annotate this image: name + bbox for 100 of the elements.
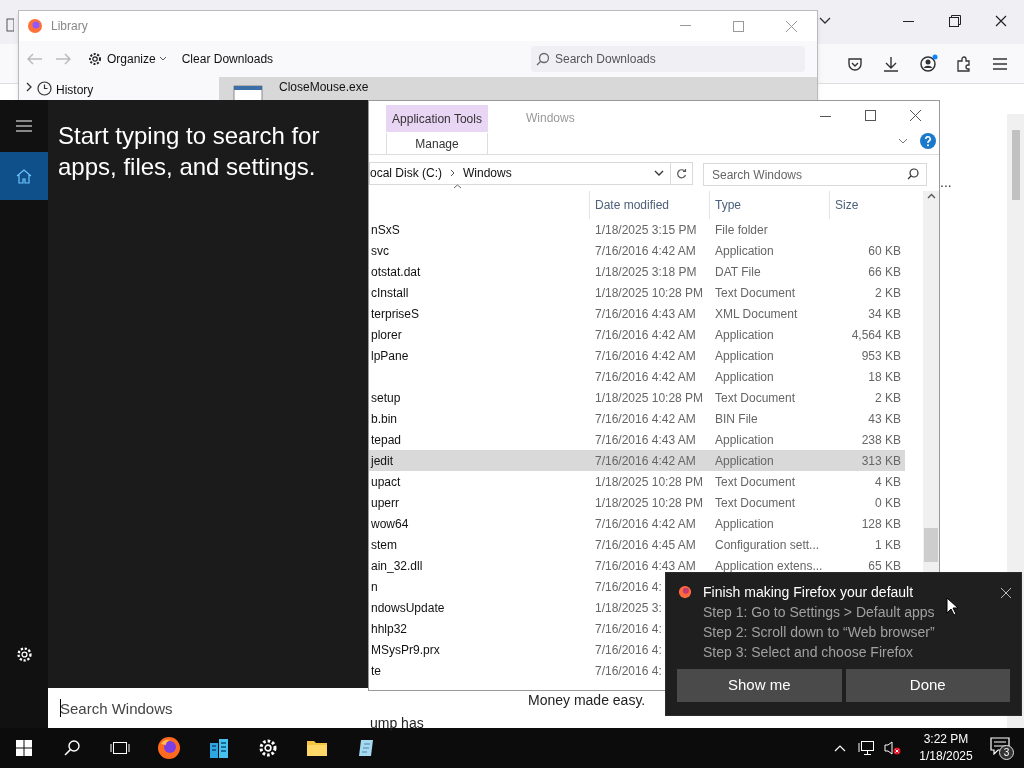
file-name[interactable]: ndowsUpdate [371,600,445,615]
file-row[interactable]: terpriseS 7/16/2016 4:43 AM XML Document 34 KB [369,303,905,324]
help-icon[interactable] [920,133,936,149]
menu-icon[interactable] [993,58,1007,70]
file-name[interactable]: upact [371,474,401,489]
file-name[interactable]: otstat.dat [371,264,421,279]
file-row[interactable]: cInstall 1/18/2025 10:28 PM Text Document 2 KB [369,282,905,303]
tab-icon[interactable] [6,18,14,32]
download-name[interactable]: CloseMouse.exe [279,78,369,96]
home-nav-button[interactable] [0,152,48,200]
file-name[interactable]: cInstall [371,285,409,300]
breadcrumb-item[interactable]: ocal Disk (C:) [370,164,442,182]
folder-icon[interactable] [306,739,328,757]
clock-time[interactable]: 3:22 PM [923,731,969,748]
file-name[interactable]: ain_32.dll [371,558,423,573]
search-field[interactable]: Search Windows [703,163,927,186]
address-bar[interactable]: ocal Disk (C:) Windows [369,161,693,185]
minimize-icon[interactable] [820,116,831,118]
settings-icon[interactable] [15,645,33,663]
search-field[interactable]: Search Downloads [531,46,805,72]
file-row[interactable]: tepad 7/16/2016 4:43 AM Application 238 KB [369,429,905,450]
date-cell: 1/18/2025 10:28 PM [595,495,704,510]
breadcrumb-item[interactable]: Windows [463,164,512,182]
file-row[interactable]: uperr 1/18/2025 10:28 PM Text Document 0 KB [369,492,905,513]
column-header[interactable]: Size [835,196,859,214]
download-icon[interactable] [883,56,899,72]
toast-button[interactable]: Done [845,669,1010,702]
toast-button[interactable]: Show me [677,669,842,702]
firefox-icon [678,585,692,599]
file-row[interactable]: setup 1/18/2025 10:28 PM Text Document 2 KB [369,387,905,408]
date-cell: 7/16/2016 4:42 AM [595,327,696,342]
ribbon-group-label: Application Tools [392,110,482,128]
file-name[interactable]: hhlp32 [371,621,408,636]
date-cell: 1/18/2025 3:15 PM [595,222,697,237]
column-header[interactable]: Date modified [595,196,670,214]
file-row[interactable]: stem 7/16/2016 4:45 AM Configuration sett... 1 KB [369,534,905,555]
action-center-icon[interactable] [990,737,1010,755]
file-name[interactable]: uperr [371,495,399,510]
chevron-down-icon[interactable] [654,169,664,177]
file-name[interactable]: stem [371,537,397,552]
account-icon[interactable] [920,54,940,72]
search-field[interactable]: Search Windows [48,688,368,728]
ribbon-tab[interactable]: Manage [386,133,488,155]
building-icon[interactable] [208,737,230,759]
file-name[interactable]: lpPane [371,348,409,363]
muted-speaker-icon[interactable] [884,740,902,756]
file-name[interactable]: nSxS [371,222,400,237]
task-view-icon[interactable] [110,740,130,756]
chevron-down-icon[interactable] [819,16,831,26]
file-name[interactable]: te [371,663,381,678]
clock-date[interactable]: 1/18/2025 [919,748,973,765]
file-row[interactable]: plorer 7/16/2016 4:42 AM Application 4,564 KB [369,324,905,345]
file-row[interactable]: b.bin 7/16/2016 4:42 AM BIN File 43 KB [369,408,905,429]
restore-icon[interactable] [949,15,961,27]
minimize-icon[interactable] [903,21,914,23]
type-cell: Application [715,432,774,447]
maximize-icon[interactable] [865,110,876,121]
file-row[interactable]: upact 1/18/2025 10:28 PM Text Document 4 KB [369,471,905,492]
date-cell: 7/16/2016 4:45 AM [595,537,696,552]
file-row[interactable]: jedit 7/16/2016 4:42 AM Application 313 KB [369,450,905,471]
file-row[interactable]: nSxS 1/18/2025 3:15 PM File folder [369,219,905,240]
close-icon[interactable] [995,15,1007,27]
file-name[interactable]: n [371,579,378,594]
file-name[interactable]: wow64 [371,516,409,531]
network-icon[interactable] [858,740,876,756]
type-cell: Application [715,453,774,468]
size-cell: 34 KB [868,306,901,321]
column-header[interactable]: Type [715,196,741,214]
type-cell: BIN File [715,411,758,426]
close-icon[interactable] [1001,588,1011,598]
file-name[interactable]: tepad [371,432,402,447]
file-row[interactable]: lpPane 7/16/2016 4:42 AM Application 953 KB [369,345,905,366]
chevron-right-icon[interactable] [25,81,33,93]
file-row[interactable]: ain_32.dll 7/16/2016 4:43 AM Application extens... 65 KB [369,555,905,576]
extensions-icon[interactable] [956,56,972,72]
sidebar-item[interactable]: History [56,81,94,99]
file-row[interactable]: svc 7/16/2016 4:42 AM Application 60 KB [369,240,905,261]
type-cell: Application [715,243,774,258]
file-row[interactable]: otstat.dat 1/18/2025 3:18 PM DAT File 66 KB [369,261,905,282]
file-name[interactable]: terpriseS [371,306,420,321]
file-name[interactable]: b.bin [371,411,398,426]
file-name[interactable]: plorer [371,327,402,342]
search-icon[interactable] [64,740,80,756]
scroll-up-icon[interactable] [926,193,936,199]
file-name[interactable]: MSysPr9.prx [371,642,440,657]
close-icon[interactable] [910,110,921,121]
clear-downloads-button[interactable]: Clear Downloads [177,50,278,68]
chevron-up-icon[interactable] [834,744,846,752]
firefox-icon[interactable] [157,736,181,760]
file-name[interactable]: setup [371,390,401,405]
windows-logo-icon[interactable] [16,740,32,756]
file-name[interactable]: svc [371,243,389,258]
settings-icon[interactable] [258,738,278,758]
date-cell: 7/16/2016 4: [595,663,662,678]
organize-button[interactable]: Organize [87,50,166,68]
file-row[interactable]: wow64 7/16/2016 4:42 AM Application 128 KB [369,513,905,534]
mouse-cursor-icon [946,597,958,616]
pocket-icon[interactable] [847,56,863,72]
scrollbar-thumb[interactable] [924,528,938,562]
file-row[interactable]: 7/16/2016 4:42 AM Application 18 KB [369,366,905,387]
